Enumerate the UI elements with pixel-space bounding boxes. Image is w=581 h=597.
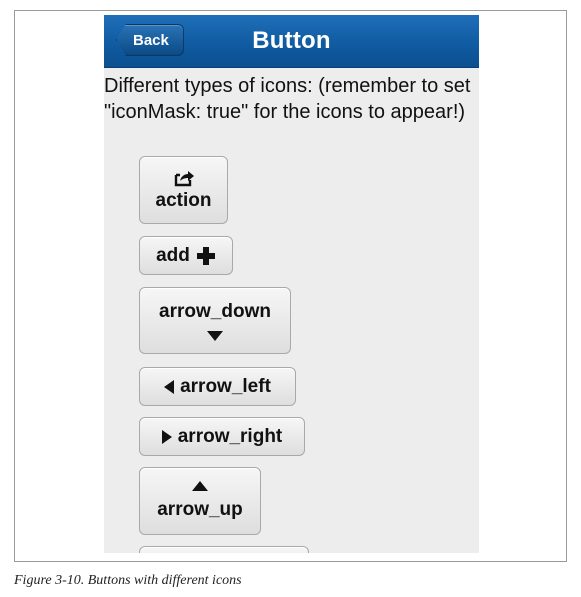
arrow-up-button[interactable]: arrow_up <box>139 467 261 535</box>
arrow-down-button[interactable]: arrow_down <box>139 287 291 354</box>
arrow-down-icon <box>207 330 223 341</box>
figure-caption: Figure 3-10. Buttons with different icon… <box>14 573 242 588</box>
arrow-up-button-label: arrow_up <box>157 499 243 520</box>
arrow-left-button[interactable]: arrow_left <box>139 367 296 406</box>
add-button[interactable]: add <box>139 236 233 275</box>
partial-button[interactable] <box>139 546 309 553</box>
arrow-down-button-label: arrow_down <box>159 300 271 322</box>
arrow-left-icon <box>164 379 175 394</box>
add-button-label: add <box>156 244 190 266</box>
arrow-right-icon <box>161 429 172 444</box>
app-screen: Back Button Different types of icons: (r… <box>104 15 479 553</box>
action-button[interactable]: action <box>139 156 228 224</box>
intro-text: Different types of icons: (remember to s… <box>104 75 471 123</box>
arrow-right-button[interactable]: arrow_right <box>139 417 305 456</box>
action-button-label: action <box>155 189 212 211</box>
action-icon <box>173 169 195 187</box>
plus-icon <box>196 246 216 266</box>
arrow-up-icon <box>192 481 208 491</box>
arrow-left-button-label: arrow_left <box>180 375 271 397</box>
page-title: Button <box>252 27 331 54</box>
title-bar: Back Button <box>104 15 479 68</box>
arrow-right-button-label: arrow_right <box>177 425 283 447</box>
